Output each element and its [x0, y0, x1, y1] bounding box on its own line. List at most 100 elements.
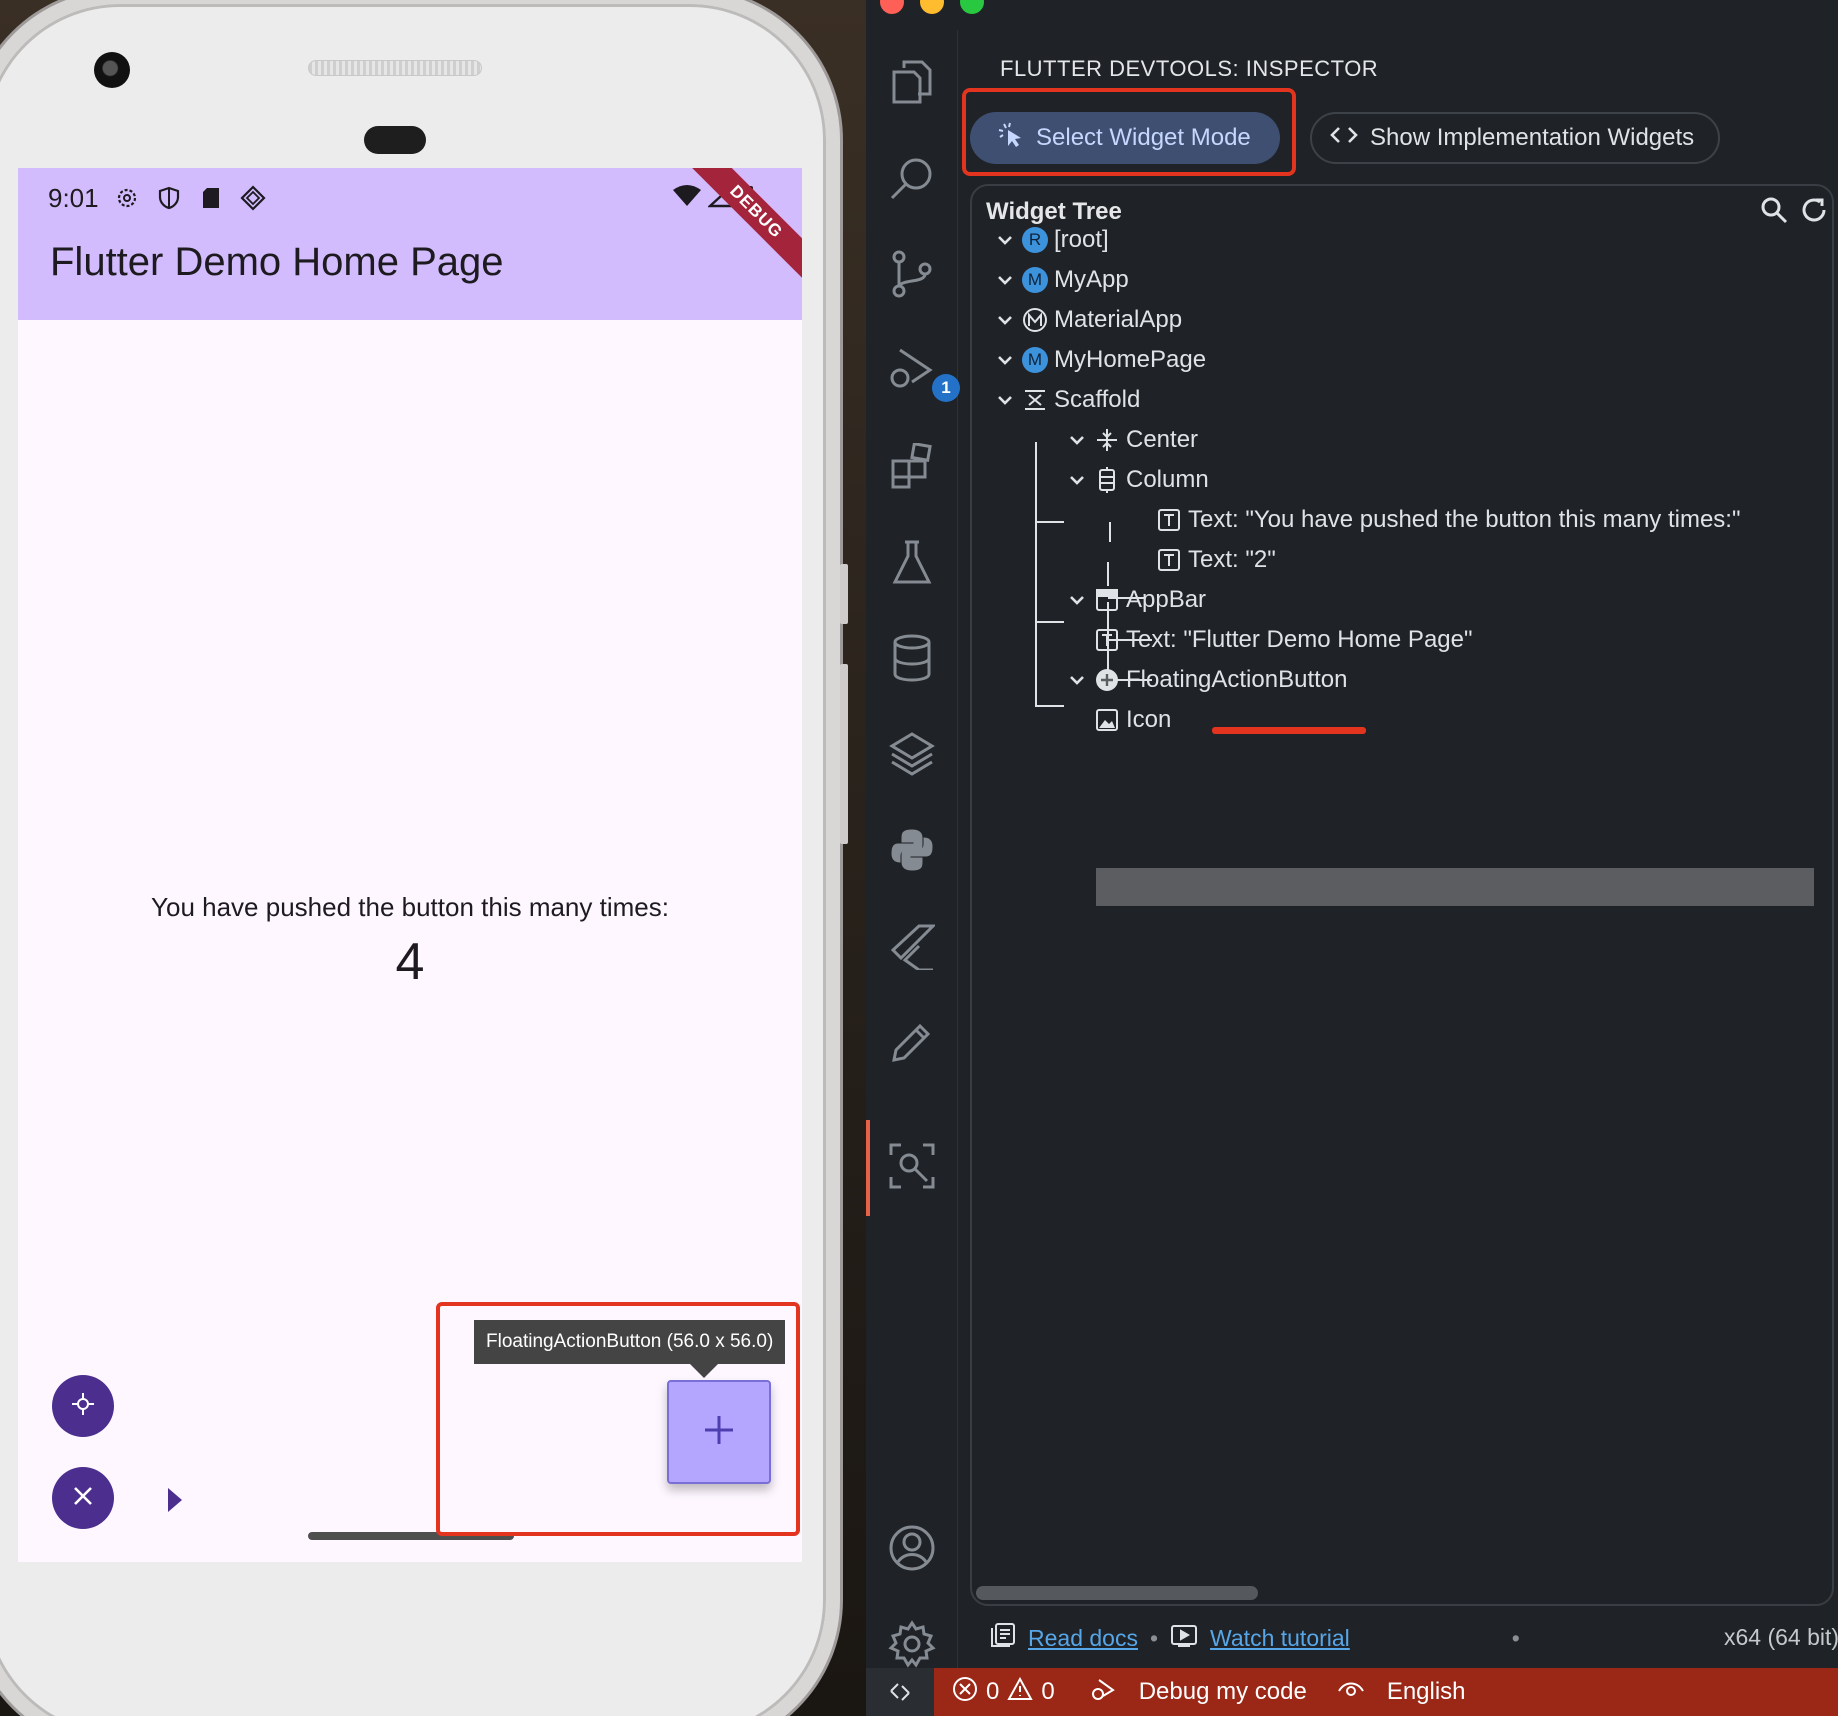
inspector-close-overlay-button[interactable]: [52, 1467, 114, 1529]
tree-row-text-app-title[interactable]: Text: "Flutter Demo Home Page": [1094, 622, 1473, 658]
warning-icon: [1007, 1676, 1034, 1708]
edit-pencil-icon[interactable]: [886, 1016, 938, 1068]
maximize-window-button[interactable]: [960, 0, 984, 14]
close-window-button[interactable]: [880, 0, 904, 14]
user-widget-icon: M: [1022, 347, 1048, 373]
search-icon[interactable]: [886, 152, 938, 204]
widget-size-tooltip: FloatingActionButton (56.0 x 56.0): [474, 1320, 786, 1364]
material-widget-icon: [1022, 307, 1048, 333]
tree-row-label: Center: [1126, 426, 1199, 453]
tree-row-label: [root]: [1054, 226, 1109, 253]
tree-row-text-counter-label[interactable]: Text: "You have pushed the button this m…: [1156, 502, 1740, 538]
chevron-down-icon[interactable]: [994, 229, 1016, 251]
tree-row-label: MyApp: [1054, 266, 1129, 293]
app-title: Flutter Demo Home Page: [50, 240, 504, 284]
database-icon[interactable]: [886, 632, 938, 684]
show-implementation-widgets-button[interactable]: Show Implementation Widgets: [1310, 112, 1720, 164]
debug-status[interactable]: Debug my code: [1089, 1676, 1307, 1709]
tree-row-floatingactionbutton[interactable]: FloatingActionButton: [1066, 662, 1347, 698]
tree-row-label: Column: [1126, 466, 1209, 493]
chevron-down-icon[interactable]: [994, 269, 1016, 291]
activity-bar: 1: [866, 30, 960, 1670]
text-widget-icon: [1094, 627, 1120, 653]
shield-icon: [155, 184, 183, 212]
settings-gear-icon[interactable]: [886, 1618, 938, 1670]
chevron-down-icon[interactable]: [1066, 589, 1088, 611]
eye-icon: [1337, 1678, 1365, 1706]
tree-row-label: AppBar: [1126, 586, 1207, 613]
tree-row-appbar[interactable]: AppBar: [1066, 582, 1206, 618]
chevron-down-icon[interactable]: [1066, 669, 1088, 691]
architecture-label: x64 (64 bit): [1724, 1624, 1838, 1650]
fab-widget-icon: [1094, 667, 1120, 693]
language-status[interactable]: English: [1337, 1678, 1466, 1706]
tree-row-root[interactable]: R [root]: [994, 222, 1109, 258]
horizontal-scrollbar[interactable]: [976, 1586, 1258, 1600]
tree-row-label: MaterialApp: [1054, 306, 1183, 333]
error-icon: [952, 1676, 978, 1709]
close-icon: [71, 1484, 95, 1513]
widget-inspector-icon[interactable]: [886, 1140, 938, 1192]
tree-row-label: MyHomePage: [1054, 346, 1207, 373]
run-debug-icon[interactable]: 1: [886, 344, 960, 402]
image-widget-icon: [1094, 707, 1120, 733]
tree-row-materialapp[interactable]: MaterialApp: [994, 302, 1182, 338]
separator-dot: •: [1511, 1624, 1520, 1651]
explorer-icon[interactable]: [886, 56, 938, 108]
inspector-select-overlay-button[interactable]: [52, 1375, 114, 1437]
python-icon[interactable]: [886, 824, 938, 876]
phone-volume-button[interactable]: [840, 664, 848, 844]
window-titlebar: [866, 0, 1838, 30]
sd-card-icon: [197, 184, 225, 212]
flutter-icon[interactable]: [886, 920, 938, 972]
tree-row-label: Text: "Flutter Demo Home Page": [1126, 626, 1473, 653]
video-icon: [1170, 1622, 1198, 1654]
debug-bug-icon: [1089, 1676, 1117, 1709]
problems-status[interactable]: 0 0: [952, 1676, 1055, 1709]
watch-tutorial-link[interactable]: Watch tutorial: [1210, 1625, 1350, 1652]
tree-row-label: Icon: [1126, 706, 1172, 733]
vscode-window: 1 FLUTTER DEVTOOLS: INSPECTOR Select Wid…: [866, 0, 1838, 1716]
chevron-down-icon[interactable]: [1066, 469, 1088, 491]
phone-speaker: [308, 60, 482, 76]
phone-side-button[interactable]: [840, 564, 848, 624]
layers-icon[interactable]: [886, 728, 938, 780]
tree-row-scaffold[interactable]: Scaffold: [994, 382, 1140, 418]
chevron-down-icon[interactable]: [1066, 429, 1088, 451]
status-time: 9:01: [48, 182, 99, 213]
user-widget-icon: M: [1022, 267, 1048, 293]
show-implementation-widgets-label: Show Implementation Widgets: [1370, 124, 1695, 151]
app-bar: 9:01 Flutter Demo Home Page DEBUG: [18, 168, 802, 320]
chevron-down-icon[interactable]: [994, 389, 1016, 411]
language-label: English: [1386, 1678, 1466, 1705]
text-widget-icon: [1156, 547, 1182, 573]
tree-row-label: FloatingActionButton: [1126, 666, 1348, 693]
debug-label: Debug my code: [1138, 1678, 1307, 1705]
selection-underline-annotation: [1212, 727, 1366, 734]
root-widget-icon: R: [1022, 227, 1048, 253]
source-control-icon[interactable]: [886, 248, 938, 300]
tree-row-text-counter-value[interactable]: Text: "2": [1156, 542, 1276, 578]
minimize-window-button[interactable]: [920, 0, 944, 14]
separator-dot: •: [1149, 1624, 1159, 1651]
read-docs-link[interactable]: Read docs: [1028, 1625, 1138, 1652]
appbar-widget-icon: [1094, 587, 1120, 613]
warning-count: 0: [1041, 1678, 1055, 1705]
tree-row-label: Text: "2": [1188, 546, 1276, 573]
error-count: 0: [986, 1678, 1000, 1705]
crosshair-icon: [70, 1391, 96, 1422]
extensions-icon[interactable]: [886, 440, 938, 492]
account-icon[interactable]: [886, 1522, 938, 1574]
chevron-down-icon[interactable]: [994, 309, 1016, 331]
tree-row-myapp[interactable]: M MyApp: [994, 262, 1129, 298]
tree-row-center[interactable]: Center: [1066, 422, 1198, 458]
testing-flask-icon[interactable]: [886, 536, 938, 588]
tree-row-icon[interactable]: Icon: [1094, 702, 1171, 738]
remote-connection-button[interactable]: [866, 1668, 934, 1716]
status-bar: 0 0 Debug my code English: [866, 1668, 1838, 1716]
chevron-down-icon[interactable]: [994, 349, 1016, 371]
docs-icon: [990, 1622, 1016, 1654]
expand-arrow-icon[interactable]: [168, 1488, 182, 1512]
tree-row-column[interactable]: Column: [1066, 462, 1209, 498]
tree-row-myhomepage[interactable]: M MyHomePage: [994, 342, 1206, 378]
